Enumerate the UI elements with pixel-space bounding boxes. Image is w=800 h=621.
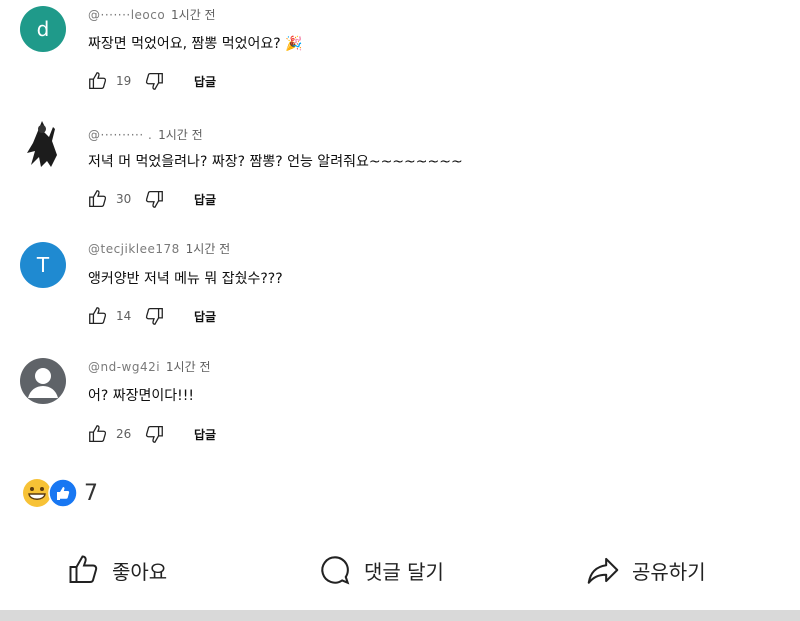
thumbs-up-icon[interactable] (86, 422, 110, 446)
comment-label: 댓글 달기 (364, 559, 444, 584)
thumbs-down-icon[interactable] (142, 69, 166, 93)
comment-actions: 19 답글 (86, 68, 216, 94)
comment-actions: 14 답글 (86, 303, 216, 329)
like-emoji-icon (48, 478, 78, 508)
comment-time: 1시간 전 (158, 128, 203, 142)
comment-author[interactable]: @·······leoco (88, 8, 165, 22)
avatar-letter: T (36, 253, 50, 277)
comment-text: 저녁 머 먹었을려나? 짜장? 짬뽕? 언능 알려줘요~~~~~~~~ (88, 154, 463, 170)
reply-button[interactable]: 답글 (194, 308, 216, 325)
reply-button[interactable]: 답글 (194, 73, 216, 90)
comment-meta: @·········· . 1시간 전 (88, 126, 203, 143)
avatar[interactable] (20, 121, 66, 168)
default-user-icon (28, 368, 58, 398)
comment-meta: @nd-wg42i 1시간 전 (88, 358, 211, 375)
comment-time: 1시간 전 (171, 8, 216, 22)
bottom-divider (0, 610, 800, 621)
comment-item: d @·······leoco 1시간 전 짜장면 먹었어요, 짬뽕 먹었어요?… (0, 0, 800, 118)
thumbs-down-icon[interactable] (142, 422, 166, 446)
thumbs-down-icon[interactable] (142, 187, 166, 211)
thumbs-up-icon[interactable] (86, 187, 110, 211)
thumbs-up-icon[interactable] (86, 69, 110, 93)
thumbs-down-icon[interactable] (142, 304, 166, 328)
comment-actions: 26 답글 (86, 421, 216, 447)
thumbs-up-icon[interactable] (86, 304, 110, 328)
comment-button[interactable]: 댓글 달기 (316, 550, 444, 590)
comment-item: @·········· . 1시간 전 저녁 머 먹었을려나? 짜장? 짬뽕? … (0, 118, 800, 236)
avatar[interactable]: T (20, 242, 66, 288)
comment-time: 1시간 전 (185, 242, 231, 256)
comment-author[interactable]: @·········· . (88, 128, 152, 142)
like-count: 14 (116, 309, 132, 323)
avatar[interactable]: d (20, 6, 66, 52)
comment-meta: @tecjiklee178 1시간 전 (88, 240, 230, 257)
share-label: 공유하기 (632, 559, 706, 584)
comment-text: 앵커양반 저녁 메뉴 뭐 잡쉈수??? (88, 271, 283, 287)
thumbs-up-icon (69, 555, 98, 583)
comment-text: 짜장면 먹었어요, 짬뽕 먹었어요? 🎉 (88, 36, 303, 52)
comment-text: 어? 짜장면이다!!! (88, 388, 194, 404)
reaction-count: 7 (84, 480, 98, 506)
post-action-bar: 좋아요 댓글 달기 공유하기 (0, 540, 800, 602)
warrior-figure-icon (27, 121, 57, 167)
comment-author[interactable]: @nd-wg42i (88, 360, 160, 374)
like-button[interactable]: 좋아요 (66, 550, 167, 590)
comment-author[interactable]: @tecjiklee178 (88, 242, 180, 256)
share-button[interactable]: 공유하기 (584, 550, 706, 590)
comment-time: 1시간 전 (165, 360, 211, 374)
avatar[interactable] (20, 358, 66, 404)
speech-bubble-icon (321, 556, 350, 585)
like-count: 19 (116, 74, 132, 88)
reaction-summary[interactable]: 7 (22, 478, 98, 508)
like-label: 좋아요 (112, 559, 168, 584)
avatar-letter: d (36, 17, 50, 41)
comment-actions: 30 답글 (86, 186, 216, 212)
comment-item: @nd-wg42i 1시간 전 어? 짜장면이다!!! 26 답글 (0, 354, 800, 472)
like-count: 26 (116, 427, 132, 441)
share-arrow-icon (587, 557, 619, 584)
reply-button[interactable]: 답글 (194, 426, 216, 443)
reply-button[interactable]: 답글 (194, 191, 216, 208)
like-count: 30 (116, 192, 132, 206)
comment-meta: @·······leoco 1시간 전 (88, 6, 216, 23)
comment-item: T @tecjiklee178 1시간 전 앵커양반 저녁 메뉴 뭐 잡쉈수??… (0, 236, 800, 354)
